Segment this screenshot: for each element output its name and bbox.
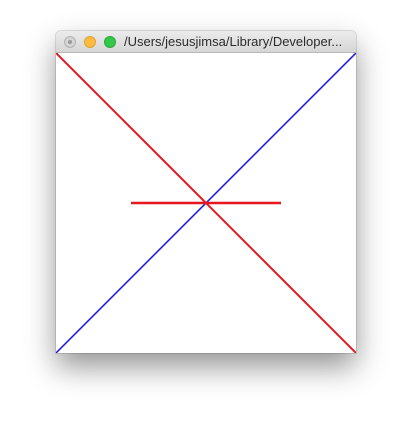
- canvas-svg: [56, 53, 356, 353]
- window-title: /Users/jesusjimsa/Library/Developer...: [124, 34, 343, 49]
- close-icon: [68, 40, 72, 44]
- app-window: /Users/jesusjimsa/Library/Developer...: [56, 31, 356, 353]
- drawing-canvas: [56, 53, 356, 353]
- title-bar[interactable]: /Users/jesusjimsa/Library/Developer...: [56, 31, 356, 53]
- close-button[interactable]: [64, 36, 76, 48]
- zoom-button[interactable]: [104, 36, 116, 48]
- minimize-button[interactable]: [84, 36, 96, 48]
